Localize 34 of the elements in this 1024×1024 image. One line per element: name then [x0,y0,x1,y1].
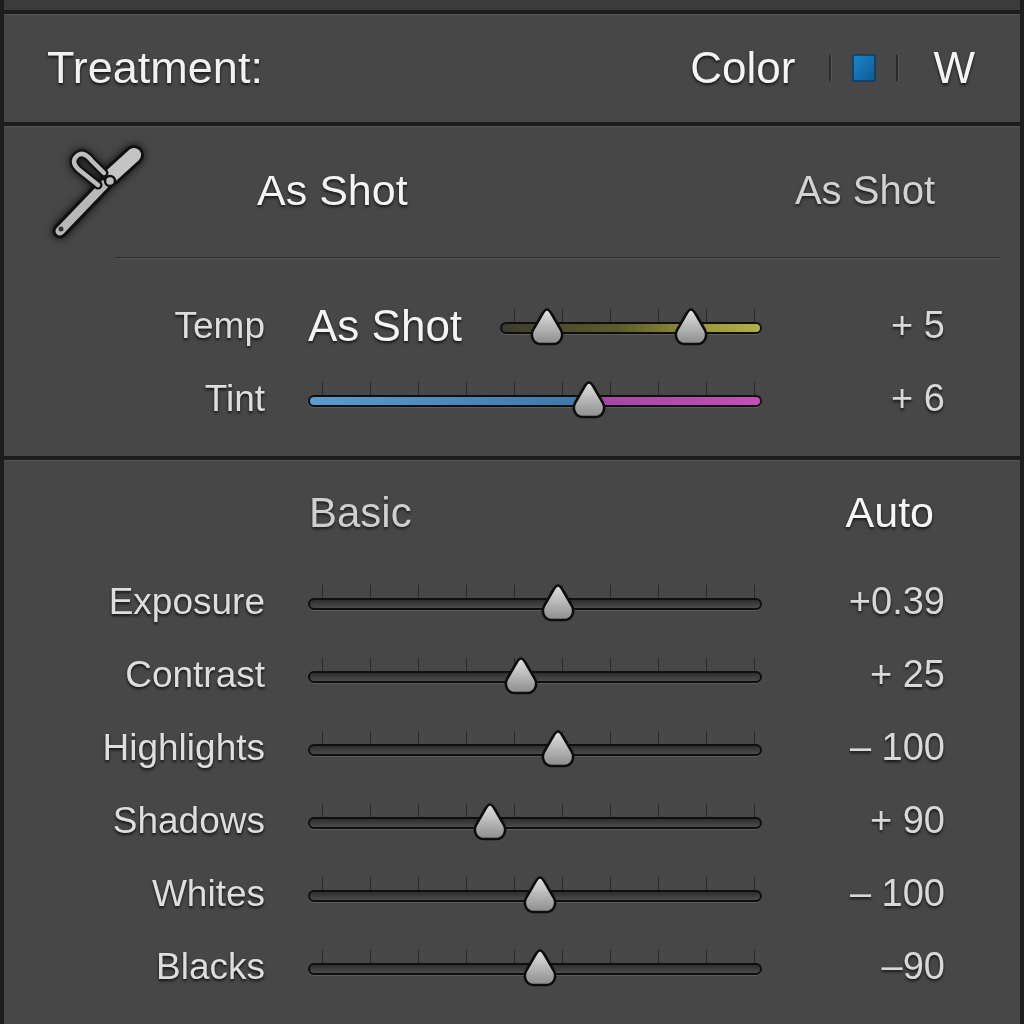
temp-preset-label: As Shot [308,300,463,351]
slider-label: Highlights [102,726,265,768]
slider-label: Tint [204,377,265,419]
slider-label: Exposure [108,580,265,622]
slider-thumb[interactable] [529,307,566,346]
auto-button[interactable]: Auto [845,488,934,537]
slider-value: – 100 [849,872,945,914]
slider-value: + 25 [869,653,945,695]
slider-value: + 6 [891,377,945,419]
wb-preset-value: As Shot [794,168,935,213]
treatment-option[interactable]: W [933,43,975,93]
slider-thumb[interactable] [673,307,710,346]
slider-thumb[interactable] [521,875,558,914]
slider-value: – 100 [849,726,945,768]
slider-thumb[interactable] [539,729,576,768]
slider-value: +0.39 [848,580,945,622]
wb-preset-dropdown[interactable]: As Shot [257,166,408,215]
slider-label: Whites [151,872,265,914]
slider-value: + 5 [891,304,945,346]
slider-label: Contrast [125,653,265,695]
slider-value: + 90 [869,799,945,841]
section-title: Basic [309,488,412,537]
color-swatch-icon [852,54,877,82]
slider-thumb[interactable] [503,656,540,695]
slider-label: Shadows [112,799,265,841]
slider-value: –90 [881,945,945,987]
slider-thumb[interactable] [539,583,576,622]
slider-thumb[interactable] [571,380,608,419]
slider-thumb[interactable] [521,948,558,987]
treatment-label: Treatment: [47,42,263,94]
slider-thumb[interactable] [471,802,508,841]
slider-label: Temp [174,304,265,346]
slider-label: Blacks [156,945,265,987]
treatment-option[interactable]: Color [690,43,796,93]
